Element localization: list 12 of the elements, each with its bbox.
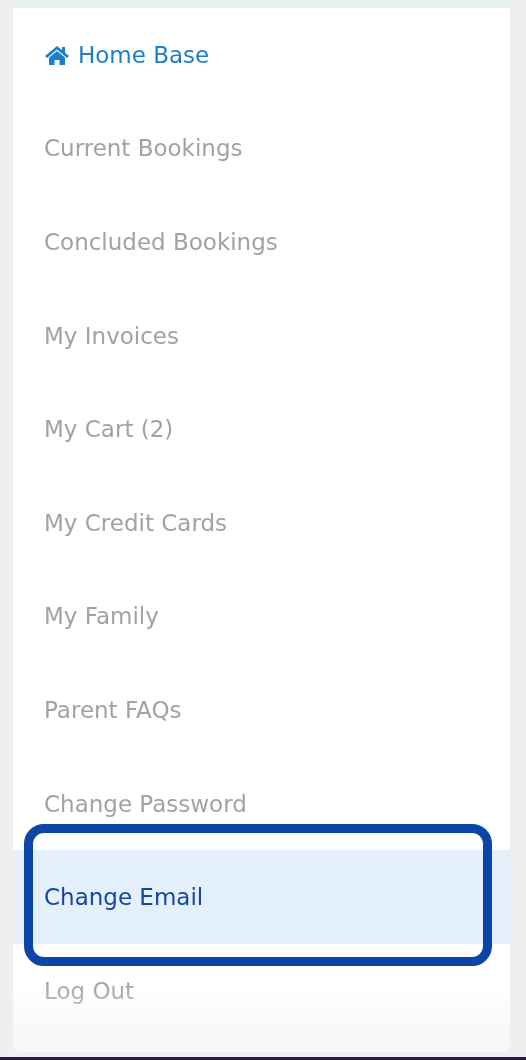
menu-item[interactable]: My Cart (2)	[13, 382, 510, 476]
home-icon	[44, 44, 70, 65]
menu-item[interactable]: My Credit Cards	[13, 475, 510, 570]
menu-item[interactable]: Home Base	[13, 8, 510, 102]
menu-item[interactable]: Concluded Bookings	[13, 195, 510, 289]
menu-item[interactable]: Current Bookings	[13, 101, 510, 196]
menu-item[interactable]: Parent FAQs	[13, 663, 510, 757]
menu-item[interactable]: Change Password	[13, 756, 510, 851]
menu-item[interactable]: My Family	[13, 569, 510, 664]
menu-item[interactable]: Change Email	[13, 850, 510, 944]
menu-item[interactable]: Log Out	[13, 943, 510, 1038]
menu-item[interactable]: My Invoices	[13, 288, 510, 383]
